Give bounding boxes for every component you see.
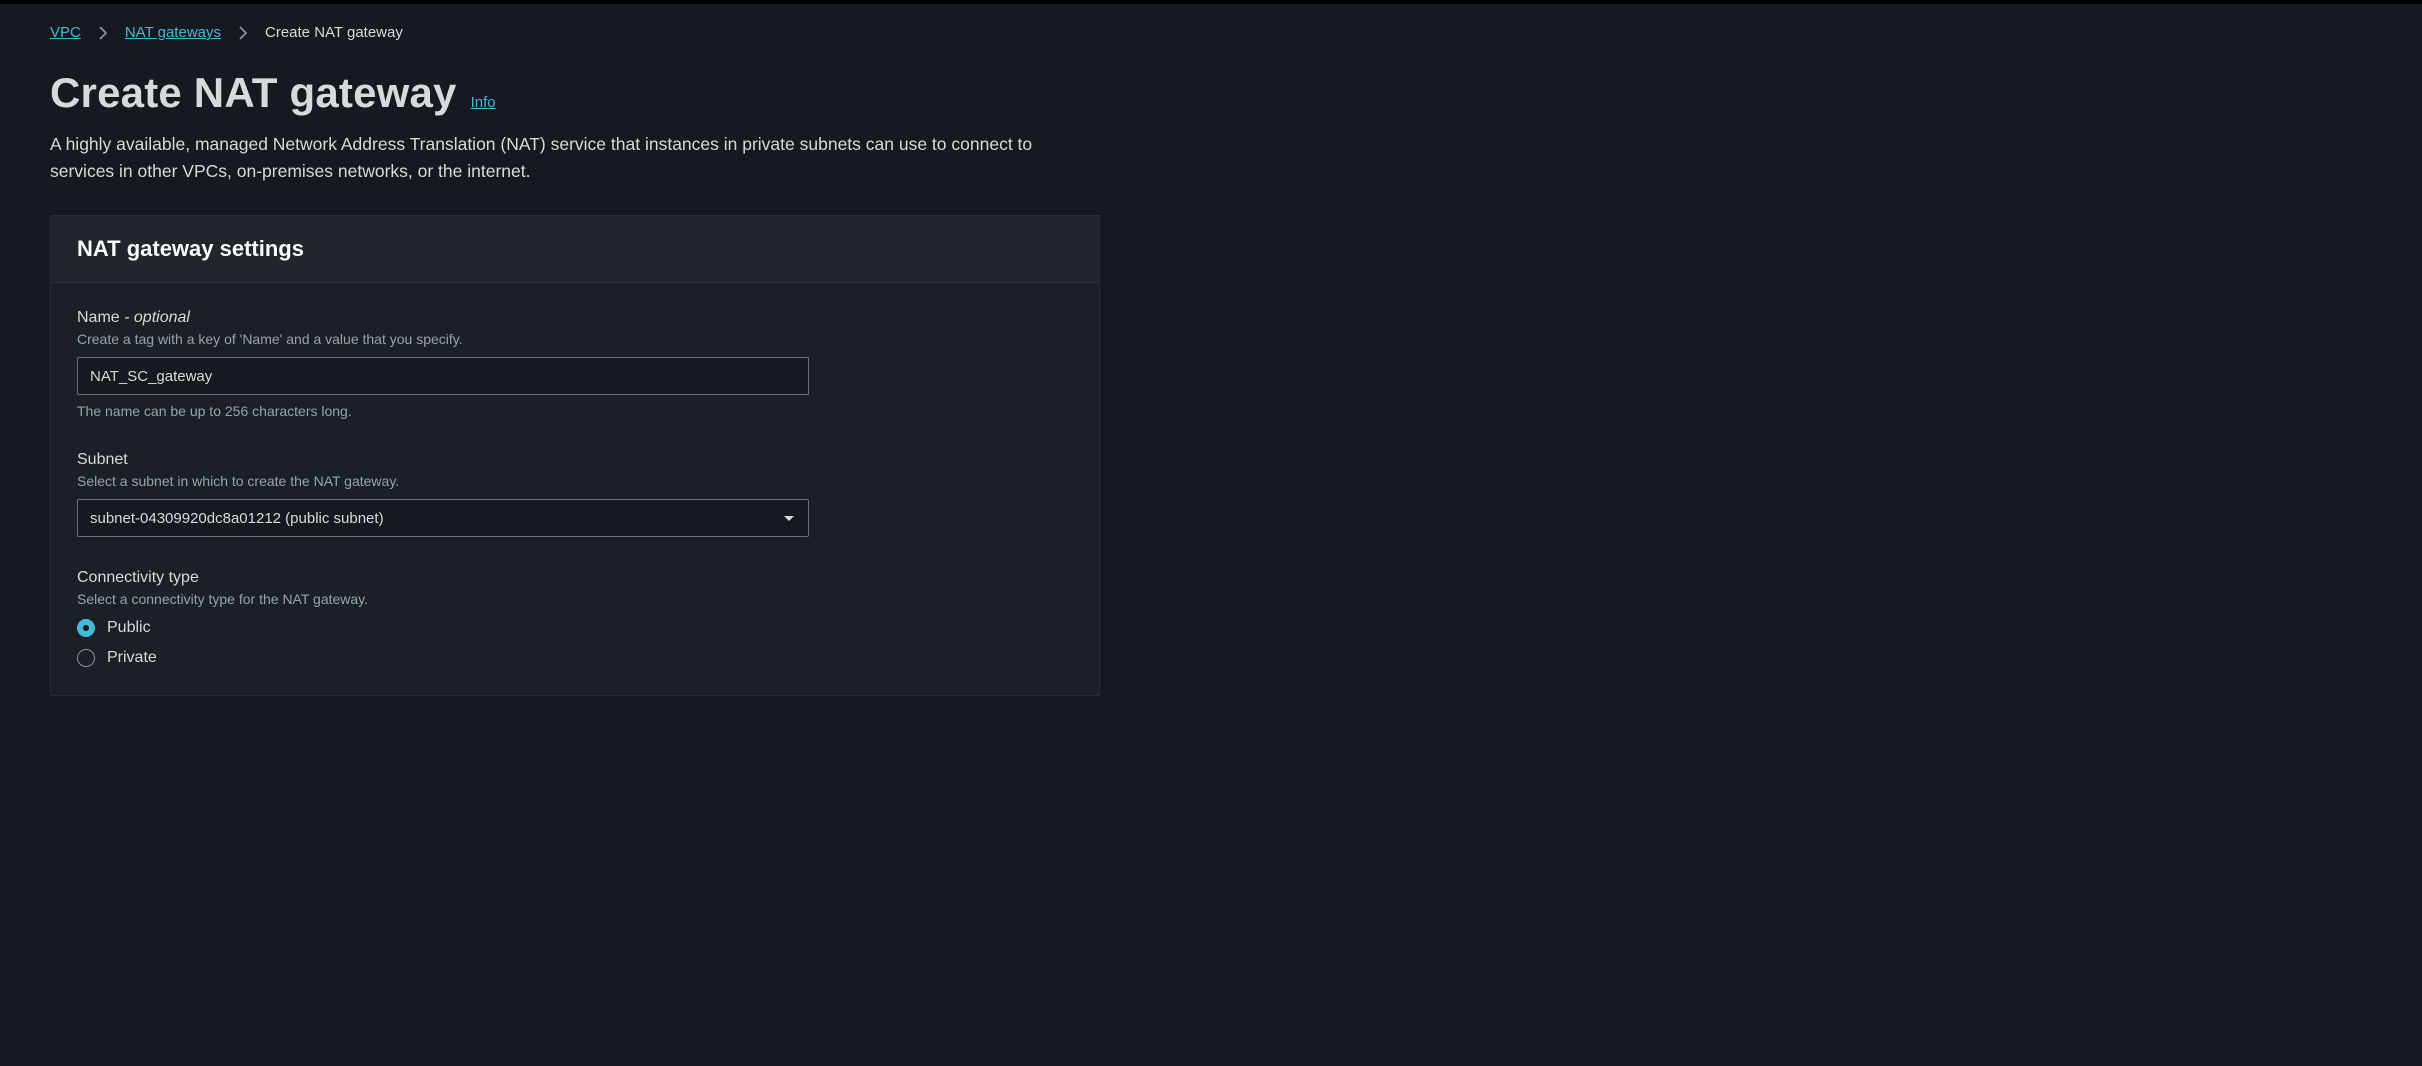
radio-label-private: Private [107,649,157,667]
radio-icon-checked [77,619,95,637]
panel-title: NAT gateway settings [77,236,1073,262]
form-group-name: Name - optional Create a tag with a key … [77,309,1073,419]
page-description: A highly available, managed Network Addr… [50,131,1100,185]
breadcrumb: VPC NAT gateways Create NAT gateway [50,24,1100,41]
breadcrumb-link-vpc[interactable]: VPC [50,24,81,41]
chevron-right-icon [239,26,247,40]
name-hint: The name can be up to 256 characters lon… [77,403,1073,419]
radio-label-public: Public [107,619,151,637]
panel-header: NAT gateway settings [51,216,1099,283]
subnet-label: Subnet [77,451,1073,469]
settings-panel: NAT gateway settings Name - optional Cre… [50,215,1100,696]
radio-private[interactable]: Private [77,649,1073,667]
breadcrumb-link-nat-gateways[interactable]: NAT gateways [125,24,221,41]
name-input[interactable] [77,357,809,395]
page-title: Create NAT gateway [50,69,457,117]
subnet-select[interactable]: subnet-04309920dc8a01212 (public subnet) [77,499,809,537]
chevron-right-icon [99,26,107,40]
form-group-subnet: Subnet Select a subnet in which to creat… [77,451,1073,537]
connectivity-label: Connectivity type [77,569,1073,587]
connectivity-desc: Select a connectivity type for the NAT g… [77,591,1073,607]
name-desc: Create a tag with a key of 'Name' and a … [77,331,1073,347]
radio-icon-unchecked [77,649,95,667]
breadcrumb-current: Create NAT gateway [265,24,403,41]
radio-public[interactable]: Public [77,619,1073,637]
subnet-desc: Select a subnet in which to create the N… [77,473,1073,489]
name-label: Name - optional [77,309,1073,327]
info-link[interactable]: Info [471,94,496,111]
form-group-connectivity: Connectivity type Select a connectivity … [77,569,1073,667]
